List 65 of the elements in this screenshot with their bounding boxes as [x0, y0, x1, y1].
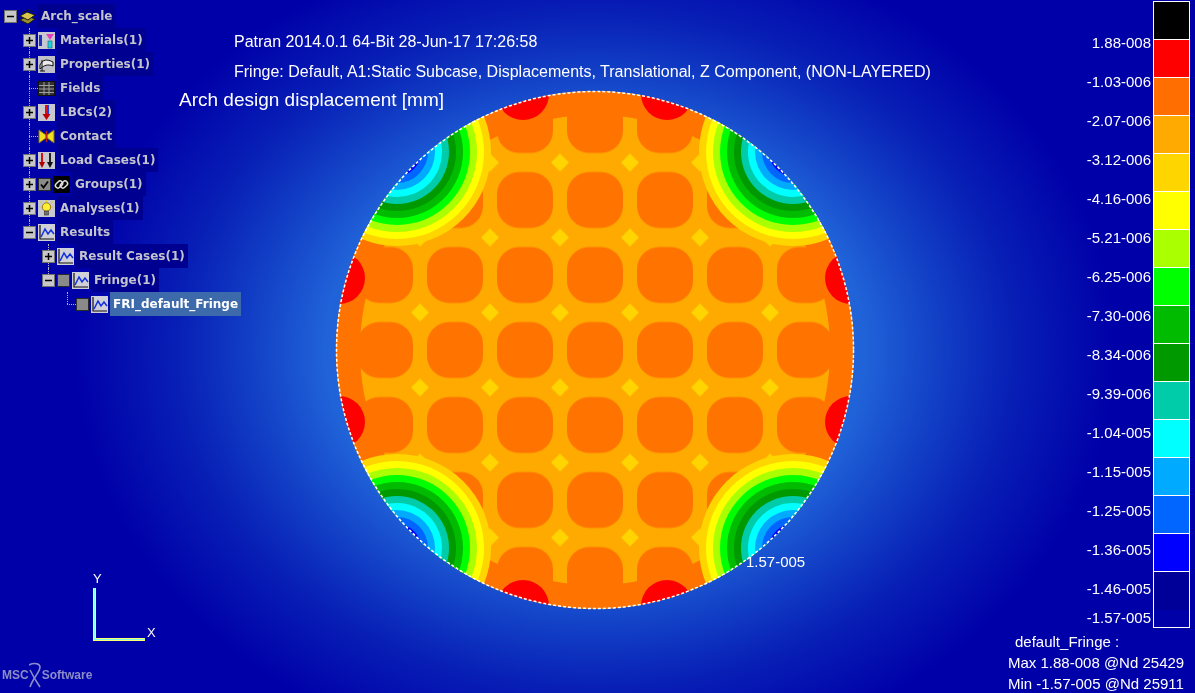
legend-label: -1.46-005 — [1086, 579, 1151, 598]
tree-item[interactable]: Materials(1) — [57, 28, 146, 52]
checkbox[interactable] — [57, 273, 70, 287]
legend-title: default_Fringe : — [1015, 632, 1120, 652]
line-chart-icon — [72, 271, 89, 289]
logo-text: MSC — [2, 668, 29, 682]
legend-label: -9.39-006 — [1086, 384, 1151, 403]
tree-item[interactable]: Results — [57, 220, 114, 244]
line-chart-icon — [57, 247, 74, 265]
axis-triad — [92, 588, 145, 642]
line-chart-icon — [38, 223, 55, 241]
checkbox[interactable] — [76, 297, 89, 311]
minus-box-icon[interactable] — [42, 273, 55, 287]
plus-box-icon[interactable] — [23, 105, 36, 119]
plus-box-icon[interactable] — [23, 57, 36, 71]
legend-label: -2.07-006 — [1086, 111, 1151, 130]
minus-box-icon[interactable] — [4, 9, 17, 23]
tree-item[interactable]: Fringe(1) — [91, 268, 160, 292]
axis-label: Y — [93, 572, 102, 586]
legend-label: -4.16-006 — [1086, 189, 1151, 208]
legend-label: -1.15-005 — [1086, 462, 1151, 481]
tree-item[interactable]: FRI_default_Fringe — [110, 292, 242, 316]
axis-label: X — [147, 626, 156, 640]
line-chart-icon — [91, 295, 108, 313]
legend-label: -1.36-005 — [1086, 540, 1151, 559]
grid-icon — [38, 79, 55, 97]
plate-icon — [38, 55, 55, 73]
chain-link-icon — [53, 175, 70, 193]
tree-item[interactable]: Groups(1) — [72, 172, 146, 196]
checkbox[interactable] — [38, 177, 51, 191]
minus-box-icon[interactable] — [23, 225, 36, 239]
plus-box-icon[interactable] — [23, 177, 36, 191]
header-text: Fringe: Default, A1:Static Subcase, Displacements, Translational, Z Component, (NON-LAYERED) — [234, 63, 931, 81]
stacked-plates-icon — [19, 7, 36, 25]
legend-label: -3.12-006 — [1086, 150, 1151, 169]
tree-item[interactable]: Fields — [57, 76, 104, 100]
legend-label: -1.57-005 — [1086, 609, 1151, 627]
tree-item[interactable]: Contact — [57, 124, 116, 148]
plus-box-icon[interactable] — [42, 249, 55, 263]
swoosh-icon — [28, 662, 41, 688]
plus-box-icon[interactable] — [23, 33, 36, 47]
tree-item[interactable]: Result Cases(1) — [76, 244, 188, 268]
legend-summary-line: Max 1.88-008 @Nd 25429 — [1008, 653, 1185, 673]
legend-label: -5.21-006 — [1086, 228, 1151, 247]
legend-label: -1.03-006 — [1086, 72, 1151, 91]
legend-label: 1.88-008 — [1091, 33, 1151, 52]
legend-label: -1.25-005 — [1086, 501, 1151, 520]
legend-summary-line: Min -1.57-005 @Nd 25911 — [1008, 674, 1184, 693]
bowtie-icon — [38, 127, 55, 145]
legend-label: -8.34-006 — [1086, 345, 1151, 364]
tree-item[interactable]: Load Cases(1) — [57, 148, 159, 172]
tree-item[interactable]: Analyses(1) — [57, 196, 143, 220]
tree-item[interactable]: Arch_scale — [38, 4, 116, 28]
plus-box-icon[interactable] — [23, 153, 36, 167]
shapes-icon — [38, 31, 55, 49]
lightbulb-icon — [38, 199, 55, 217]
header-text: Patran 2014.0.1 64-Bit 28-Jun-17 17:26:58 — [234, 33, 538, 51]
plus-box-icon[interactable] — [23, 201, 36, 215]
tree-item[interactable]: Properties(1) — [57, 52, 154, 76]
arrow-down-icon — [38, 103, 55, 121]
tree-item[interactable]: LBCs(2) — [57, 100, 116, 124]
legend-label: -1.04-005 — [1086, 423, 1151, 442]
legend-label: -7.30-006 — [1086, 306, 1151, 325]
legend-label: -6.25-006 — [1086, 267, 1151, 286]
logo-text: Software — [41, 668, 93, 682]
